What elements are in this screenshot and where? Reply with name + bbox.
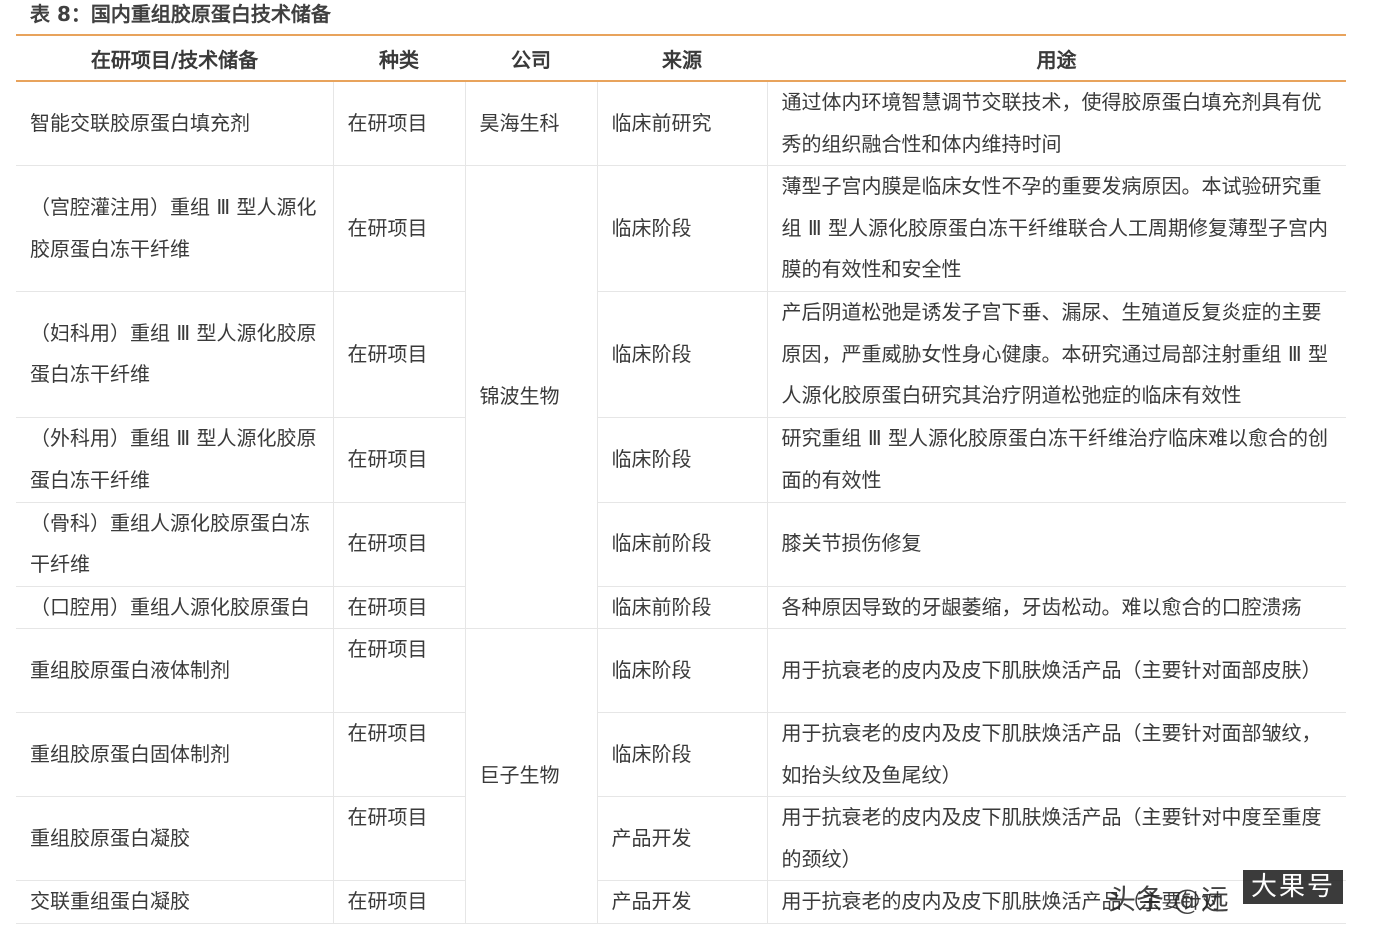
cell-type: 在研项目	[332, 586, 465, 629]
cell-type: 在研项目	[332, 417, 465, 503]
cell-type: 在研项目	[332, 291, 465, 418]
cell-project: （口腔用）重组人源化胶原蛋白	[16, 586, 333, 629]
cell-company: 昊海生科	[464, 81, 597, 166]
cell-use: 用于抗衰老的皮内及皮下肌肤焕活产品（主要针对面部皮肤）	[766, 628, 1346, 713]
table-row: （妇科用）重组 Ⅲ 型人源化胶原蛋白冻干纤维 在研项目 临床阶段 产后阴道松弛是…	[16, 291, 1346, 418]
cell-use: 薄型子宫内膜是临床女性不孕的重要发病原因。本试验研究重组 Ⅲ 型人源化胶原蛋白冻…	[766, 165, 1346, 292]
table-header-row: 在研项目/技术储备 种类 公司 来源 用途	[16, 34, 1346, 82]
header-project: 在研项目/技术储备	[16, 34, 333, 82]
cell-project: 重组胶原蛋白液体制剂	[16, 628, 333, 713]
cell-project: 交联重组蛋白凝胶	[16, 880, 333, 924]
table-row: 重组胶原蛋白凝胶 在研项目 产品开发 用于抗衰老的皮内及皮下肌肤焕活产品（主要针…	[16, 796, 1346, 881]
cell-type: 在研项目	[332, 502, 465, 587]
cell-source: 临床前研究	[596, 81, 767, 166]
table-row: 智能交联胶原蛋白填充剂 在研项目 昊海生科 临床前研究 通过体内环境智慧调节交联…	[16, 81, 1346, 166]
cell-source: 产品开发	[596, 880, 767, 924]
cell-project: （宫腔灌注用）重组 Ⅲ 型人源化胶原蛋白冻干纤维	[16, 165, 333, 292]
cell-use: 用于抗衰老的皮内及皮下肌肤焕活产品（主要针对中度至重度的颈纹）	[766, 796, 1346, 881]
cell-use: 通过体内环境智慧调节交联技术，使得胶原蛋白填充剂具有优秀的组织融合性和体内维持时…	[766, 81, 1346, 166]
cell-use: 研究重组 Ⅲ 型人源化胶原蛋白冻干纤维治疗临床难以愈合的创面的有效性	[766, 417, 1346, 503]
cell-type: 在研项目	[332, 796, 465, 881]
cell-source: 临床前阶段	[596, 502, 767, 587]
cell-source: 产品开发	[596, 796, 767, 881]
header-type: 种类	[333, 34, 465, 82]
header-use: 用途	[767, 34, 1346, 82]
table-row: 重组胶原蛋白液体制剂 在研项目 巨子生物 临床阶段 用于抗衰老的皮内及皮下肌肤焕…	[16, 628, 1346, 924]
cell-project: 重组胶原蛋白凝胶	[16, 796, 333, 881]
cell-source: 临床阶段	[596, 165, 767, 292]
cell-source: 临床阶段	[596, 628, 767, 713]
collagen-tech-table: 在研项目/技术储备 种类 公司 来源 用途 智能交联胶原蛋白填充剂 在研项目 昊…	[16, 34, 1346, 924]
cell-use: 各种原因导致的牙龈萎缩，牙齿松动。难以愈合的口腔溃疡	[766, 586, 1346, 629]
cell-type: 在研项目	[332, 712, 465, 797]
cell-source: 临床阶段	[596, 417, 767, 503]
table-row: 重组胶原蛋白固体制剂 在研项目 临床阶段 用于抗衰老的皮内及皮下肌肤焕活产品（主…	[16, 712, 1346, 797]
table-row: （口腔用）重组人源化胶原蛋白 在研项目 临床前阶段 各种原因导致的牙龈萎缩，牙齿…	[16, 586, 1346, 629]
cell-project: （骨科）重组人源化胶原蛋白冻干纤维	[16, 502, 333, 587]
cell-project: （外科用）重组 Ⅲ 型人源化胶原蛋白冻干纤维	[16, 417, 333, 503]
cell-source: 临床阶段	[596, 291, 767, 418]
table-row: （外科用）重组 Ⅲ 型人源化胶原蛋白冻干纤维 在研项目 临床阶段 研究重组 Ⅲ …	[16, 417, 1346, 503]
table-caption: 表 8：国内重组胶原蛋白技术储备	[30, 2, 331, 26]
cell-use: 产后阴道松弛是诱发子宫下垂、漏尿、生殖道反复炎症的主要原因，严重威胁女性身心健康…	[766, 291, 1346, 418]
watermark-sub: 大果号	[1243, 870, 1344, 904]
cell-use: 膝关节损伤修复	[766, 502, 1346, 587]
table-row: （宫腔灌注用）重组 Ⅲ 型人源化胶原蛋白冻干纤维 在研项目 锦波生物 临床阶段 …	[16, 165, 1346, 629]
cell-company: 锦波生物	[464, 165, 597, 629]
header-company: 公司	[465, 34, 597, 82]
cell-project: （妇科用）重组 Ⅲ 型人源化胶原蛋白冻干纤维	[16, 291, 333, 418]
cell-type: 在研项目	[332, 880, 465, 924]
cell-company: 巨子生物	[464, 628, 597, 924]
cell-type: 在研项目	[332, 165, 465, 292]
cell-type: 在研项目	[332, 628, 465, 713]
watermark: 头条 @远 大果号	[1108, 870, 1358, 918]
watermark-main: 头条 @远	[1108, 883, 1229, 916]
cell-source: 临床前阶段	[596, 586, 767, 629]
cell-project: 重组胶原蛋白固体制剂	[16, 712, 333, 797]
cell-source: 临床阶段	[596, 712, 767, 797]
cell-type: 在研项目	[332, 81, 465, 166]
header-source: 来源	[597, 34, 767, 82]
cell-use: 用于抗衰老的皮内及皮下肌肤焕活产品（主要针对面部皱纹，如抬头纹及鱼尾纹）	[766, 712, 1346, 797]
table-row: （骨科）重组人源化胶原蛋白冻干纤维 在研项目 临床前阶段 膝关节损伤修复	[16, 502, 1346, 587]
cell-project: 智能交联胶原蛋白填充剂	[16, 81, 333, 166]
